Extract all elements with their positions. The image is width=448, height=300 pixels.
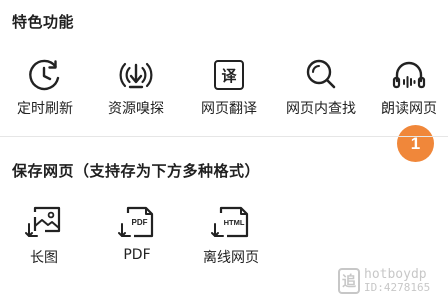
watermark-text: hotboydp ID:4278165 xyxy=(364,268,430,294)
translate-icon: 译 xyxy=(214,60,244,90)
html-file-icon: HTML xyxy=(211,206,249,238)
html-icon-text: HTML xyxy=(224,218,245,227)
watermark-username: hotboydp xyxy=(364,267,427,282)
save-long-image-button[interactable]: 长图 xyxy=(14,202,74,267)
resource-sniff-button[interactable]: 资源嗅探 xyxy=(91,55,181,118)
long-image-label: 长图 xyxy=(30,250,58,266)
find-in-page-label: 网页内查找 xyxy=(286,101,356,117)
find-in-page-button[interactable]: 网页内查找 xyxy=(276,55,366,118)
translate-label: 网页翻译 xyxy=(201,101,257,117)
resource-sniff-icon xyxy=(119,62,153,89)
pdf-file-icon: PDF xyxy=(118,206,154,238)
find-in-page-icon xyxy=(306,59,336,89)
long-image-icon xyxy=(25,206,61,237)
resource-sniff-label: 资源嗅探 xyxy=(108,101,164,117)
timer-refresh-button[interactable]: 定时刷新 xyxy=(0,55,90,118)
pdf-icon-text: PDF xyxy=(132,218,148,227)
save-pdf-button[interactable]: PDF PDF xyxy=(107,202,167,263)
watermark-id: ID:4278165 xyxy=(364,281,431,294)
timer-refresh-label: 定时刷新 xyxy=(17,101,73,117)
watermark-logo: 追 xyxy=(338,268,360,294)
pdf-label: PDF xyxy=(123,247,151,263)
watermark: 追 hotboydp ID:4278165 xyxy=(338,262,448,300)
read-aloud-icon xyxy=(392,61,426,89)
read-aloud-button[interactable]: 朗读网页 xyxy=(364,55,448,118)
section-title-special: 特色功能 xyxy=(12,13,75,31)
timer-refresh-icon xyxy=(29,59,60,91)
translate-icon-glyph: 译 xyxy=(221,66,237,85)
section-title-save: 保存网页（支持存为下方多种格式） xyxy=(12,162,261,180)
section-divider xyxy=(0,136,448,137)
read-aloud-label: 朗读网页 xyxy=(381,101,437,117)
step-badge: 1 xyxy=(397,125,434,162)
save-offline-page-button[interactable]: HTML 离线网页 xyxy=(191,202,271,267)
offline-page-label: 离线网页 xyxy=(203,250,259,266)
translate-button[interactable]: 译 网页翻译 xyxy=(184,55,274,118)
